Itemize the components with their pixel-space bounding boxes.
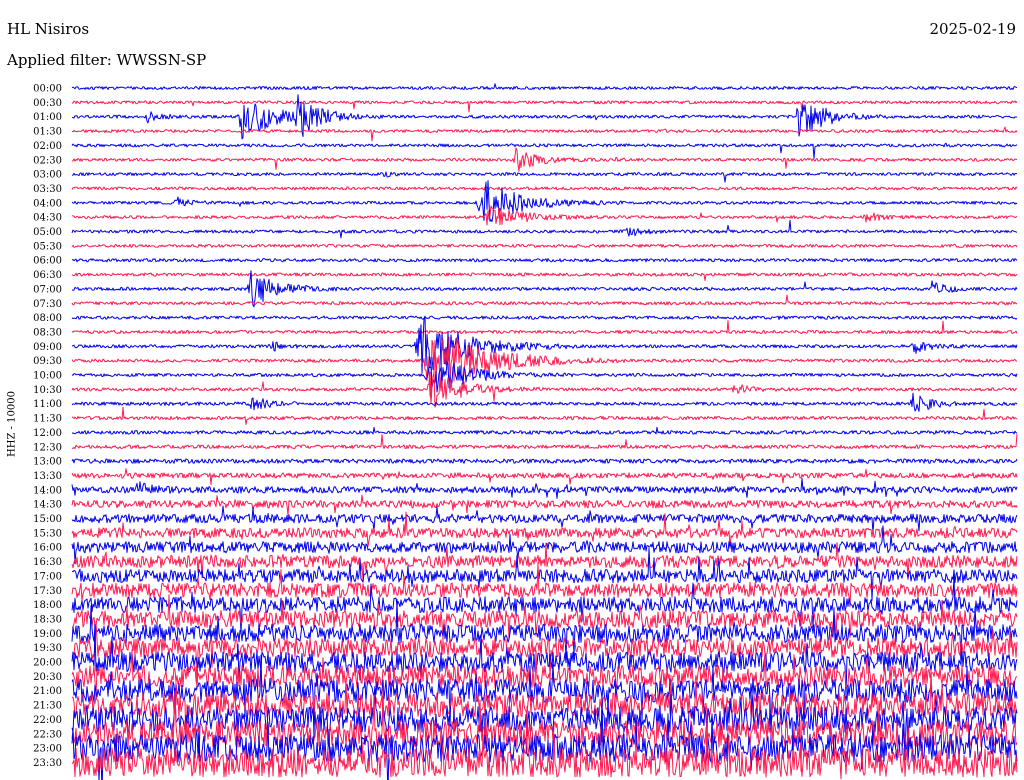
time-label: 23:00 bbox=[33, 744, 62, 755]
time-label: 02:30 bbox=[33, 155, 62, 166]
time-label: 00:00 bbox=[33, 84, 62, 95]
trace-row-0330 bbox=[71, 186, 1018, 191]
trace-row-0230 bbox=[71, 147, 1017, 172]
trace-row-0900 bbox=[71, 315, 1018, 374]
time-label: 21:30 bbox=[33, 701, 62, 712]
trace-row-1100 bbox=[71, 392, 1018, 412]
time-label: 09:00 bbox=[33, 342, 62, 353]
time-label: 20:00 bbox=[33, 658, 62, 669]
time-label: 04:30 bbox=[33, 213, 62, 224]
time-label: 05:30 bbox=[33, 241, 62, 252]
trace-row-0500 bbox=[71, 219, 1018, 239]
time-label: 05:00 bbox=[33, 227, 62, 238]
trace-row-1300 bbox=[71, 458, 1018, 464]
helicorder-plot: 00:00 00:30 01:00 01:30 02:00 02:30 03:00 03:30… bbox=[33, 83, 1018, 780]
time-label: 02:00 bbox=[33, 141, 62, 152]
time-label: 06:30 bbox=[33, 270, 62, 281]
time-label: 12:30 bbox=[33, 442, 62, 453]
trace-row-0130 bbox=[71, 126, 1018, 142]
time-label: 22:30 bbox=[33, 729, 62, 740]
time-label: 16:00 bbox=[33, 543, 62, 554]
time-label: 10:30 bbox=[33, 385, 62, 396]
trace-row-1130 bbox=[71, 406, 1018, 425]
time-label: 00:30 bbox=[33, 98, 62, 109]
time-label: 08:00 bbox=[33, 313, 62, 324]
trace-row-1200 bbox=[71, 426, 1018, 435]
trace-row-0630 bbox=[71, 272, 1018, 281]
trace-row-0100 bbox=[72, 94, 1018, 140]
trace-row-1030 bbox=[71, 371, 1018, 408]
trace-row-0800 bbox=[71, 315, 1018, 320]
trace-row-0300 bbox=[71, 171, 1018, 183]
trace-row-0730 bbox=[71, 294, 1018, 306]
time-label: 07:00 bbox=[33, 284, 62, 295]
trace-row-1000 bbox=[71, 361, 1018, 393]
time-label: 07:30 bbox=[33, 299, 62, 310]
time-label: 19:00 bbox=[33, 629, 62, 640]
time-label: 17:00 bbox=[33, 571, 62, 582]
time-label: 11:00 bbox=[33, 399, 62, 410]
time-label: 23:30 bbox=[33, 758, 62, 769]
trace-row-1430 bbox=[71, 494, 1018, 516]
trace-row-0700 bbox=[71, 270, 1018, 308]
time-label: 01:00 bbox=[33, 112, 62, 123]
time-label: 03:00 bbox=[33, 170, 62, 181]
time-label: 08:30 bbox=[33, 327, 62, 338]
time-label: 12:00 bbox=[33, 428, 62, 439]
time-label: 06:00 bbox=[33, 256, 62, 267]
time-label: 19:30 bbox=[33, 643, 62, 654]
time-label: 22:00 bbox=[33, 715, 62, 726]
trace-row-0200 bbox=[71, 142, 1018, 159]
trace-row-0530 bbox=[71, 243, 1018, 248]
trace-row-0430 bbox=[71, 205, 1018, 226]
time-label: 17:30 bbox=[33, 586, 62, 597]
trace-row-1230 bbox=[71, 433, 1018, 449]
trace-group bbox=[71, 83, 1018, 780]
time-label: 01:30 bbox=[33, 127, 62, 138]
time-label: 14:30 bbox=[33, 500, 62, 511]
trace-row-0600 bbox=[71, 258, 1018, 263]
time-label: 10:00 bbox=[33, 371, 62, 382]
time-label: 18:00 bbox=[33, 600, 62, 611]
trace-row-0830 bbox=[71, 320, 1018, 334]
time-label: 15:00 bbox=[33, 514, 62, 525]
time-label: 09:30 bbox=[33, 356, 62, 367]
time-label: 16:30 bbox=[33, 557, 62, 568]
time-label-group: 00:00 00:30 01:00 01:30 02:00 02:30 03:00 03:30… bbox=[33, 84, 62, 769]
trace-row-1400 bbox=[71, 477, 1018, 499]
time-label: 14:00 bbox=[33, 485, 62, 496]
time-label: 13:30 bbox=[33, 471, 62, 482]
time-label: 13:00 bbox=[33, 457, 62, 468]
time-label: 21:00 bbox=[33, 686, 62, 697]
time-label: 15:30 bbox=[33, 528, 62, 539]
time-label: 04:00 bbox=[33, 198, 62, 209]
trace-row-0000 bbox=[71, 83, 1018, 90]
trace-row-0030 bbox=[71, 100, 1018, 113]
time-label: 20:30 bbox=[33, 672, 62, 683]
time-label: 18:30 bbox=[33, 614, 62, 625]
time-label: 03:30 bbox=[33, 184, 62, 195]
time-label: 11:30 bbox=[33, 414, 62, 425]
